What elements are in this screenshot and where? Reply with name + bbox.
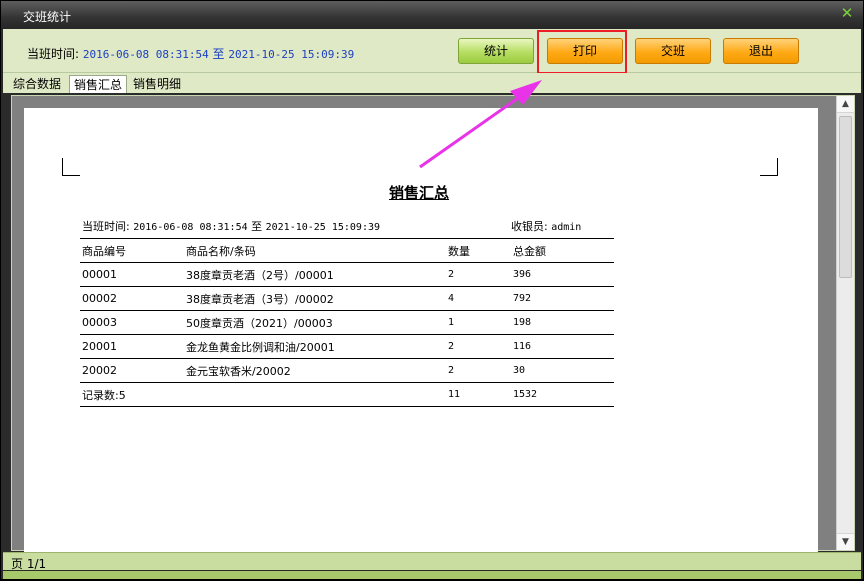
exit-button[interactable]: 退出 — [723, 38, 799, 64]
column-header: 数量 — [446, 238, 511, 263]
total-amount: 30 — [511, 358, 614, 383]
table-row: 00003 50度章贡酒（2021）/00003 1 198 — [80, 310, 614, 335]
shift-time-label: 当班时间: — [27, 47, 80, 61]
shift-end: 2021-10-25 15:09:39 — [228, 48, 355, 61]
report-shift-time: 当班时间: 2016-06-08 08:31:54 至 2021-10-25 1… — [82, 218, 380, 234]
stat-button[interactable]: 统计 — [458, 38, 534, 64]
product-name: 38度章贡老酒（2号）/00001 — [184, 262, 446, 287]
product-code: 20001 — [80, 334, 184, 359]
total-amount: 198 — [511, 310, 614, 335]
crop-mark-top-right — [760, 158, 778, 176]
sales-summary-table: 商品编号 商品名称/条码 数量 总金额 00001 38度章贡老酒（2号）/00… — [80, 238, 614, 407]
handover-button[interactable]: 交班 — [635, 38, 711, 64]
crop-mark-top-left — [62, 158, 80, 176]
tab-sales-summary[interactable]: 销售汇总 — [69, 75, 128, 93]
report-shift-end: 2021-10-25 15:09:39 — [265, 222, 380, 233]
quantity: 2 — [446, 334, 511, 359]
window-title: 交班统计 — [23, 10, 72, 24]
title-bar[interactable]: 交班统计 ✕ — [1, 1, 863, 29]
table-row: 00002 38度章贡老酒（3号）/00002 4 792 — [80, 286, 614, 311]
product-code: 20002 — [80, 358, 184, 383]
scroll-up-icon[interactable]: ▲ — [837, 96, 854, 113]
product-name: 金元宝软香米/20002 — [184, 358, 446, 383]
cashier-value: admin — [551, 222, 582, 233]
record-count: 记录数:5 — [80, 382, 184, 407]
tab-bar: 综合数据 销售汇总 销售明细 — [3, 73, 861, 93]
column-header: 商品名称/条码 — [184, 238, 446, 263]
tab-sales-detail[interactable]: 销售明细 — [129, 75, 185, 93]
shift-start: 2016-06-08 08:31:54 — [82, 48, 209, 61]
report-shift-label: 当班时间: — [82, 220, 130, 233]
product-code: 00001 — [80, 262, 184, 287]
total-amount: 792 — [511, 286, 614, 311]
report-shift-separator: 至 — [251, 220, 263, 233]
print-highlight-box — [537, 30, 627, 74]
grand-total: 1532 — [511, 382, 614, 407]
shift-separator: 至 — [212, 47, 225, 61]
table-row: 00001 38度章贡老酒（2号）/00001 2 396 — [80, 262, 614, 287]
page-indicator: 页 1/1 — [11, 557, 47, 571]
bottom-strip — [3, 571, 861, 579]
quantity: 2 — [446, 358, 511, 383]
table-footer-row: 记录数:5 11 1532 — [80, 382, 614, 407]
vertical-scrollbar[interactable]: ▲ ▼ — [836, 96, 854, 550]
shift-stats-window: 交班统计 ✕ 当班时间: 2016-06-08 08:31:54 至 2021-… — [0, 0, 864, 580]
product-name: 金龙鱼黄金比例调和油/20001 — [184, 334, 446, 359]
product-code: 00003 — [80, 310, 184, 335]
print-preview: 销售汇总 当班时间: 2016-06-08 08:31:54 至 2021-10… — [11, 95, 855, 552]
total-amount: 396 — [511, 262, 614, 287]
product-name: 50度章贡酒（2021）/00003 — [184, 310, 446, 335]
report-shift-start: 2016-06-08 08:31:54 — [133, 222, 248, 233]
report-cashier: 收银员: admin — [511, 218, 581, 234]
toolbar: 当班时间: 2016-06-08 08:31:54 至 2021-10-25 1… — [3, 29, 861, 73]
table-row: 20001 金龙鱼黄金比例调和油/20001 2 116 — [80, 334, 614, 359]
quantity: 2 — [446, 262, 511, 287]
product-name: 38度章贡老酒（3号）/00002 — [184, 286, 446, 311]
column-header: 商品编号 — [80, 238, 184, 263]
shift-time: 当班时间: 2016-06-08 08:31:54 至 2021-10-25 1… — [27, 45, 354, 62]
table-header-row: 商品编号 商品名称/条码 数量 总金额 — [80, 238, 614, 263]
quantity: 4 — [446, 286, 511, 311]
total-amount: 116 — [511, 334, 614, 359]
close-icon[interactable]: ✕ — [840, 6, 854, 21]
scroll-thumb[interactable] — [839, 116, 852, 278]
product-code: 00002 — [80, 286, 184, 311]
report-page: 销售汇总 当班时间: 2016-06-08 08:31:54 至 2021-10… — [24, 108, 818, 552]
scroll-down-icon[interactable]: ▼ — [837, 533, 854, 550]
tab-summary-data[interactable]: 综合数据 — [9, 75, 65, 93]
report-title: 销售汇总 — [388, 184, 449, 202]
table-row: 20002 金元宝软香米/20002 2 30 — [80, 358, 614, 383]
status-bar: 页 1/1 — [3, 552, 861, 571]
footer-empty-cell — [184, 382, 446, 407]
column-header: 总金额 — [511, 238, 614, 263]
total-quantity: 11 — [446, 382, 511, 407]
cashier-label: 收银员: — [511, 220, 548, 233]
quantity: 1 — [446, 310, 511, 335]
